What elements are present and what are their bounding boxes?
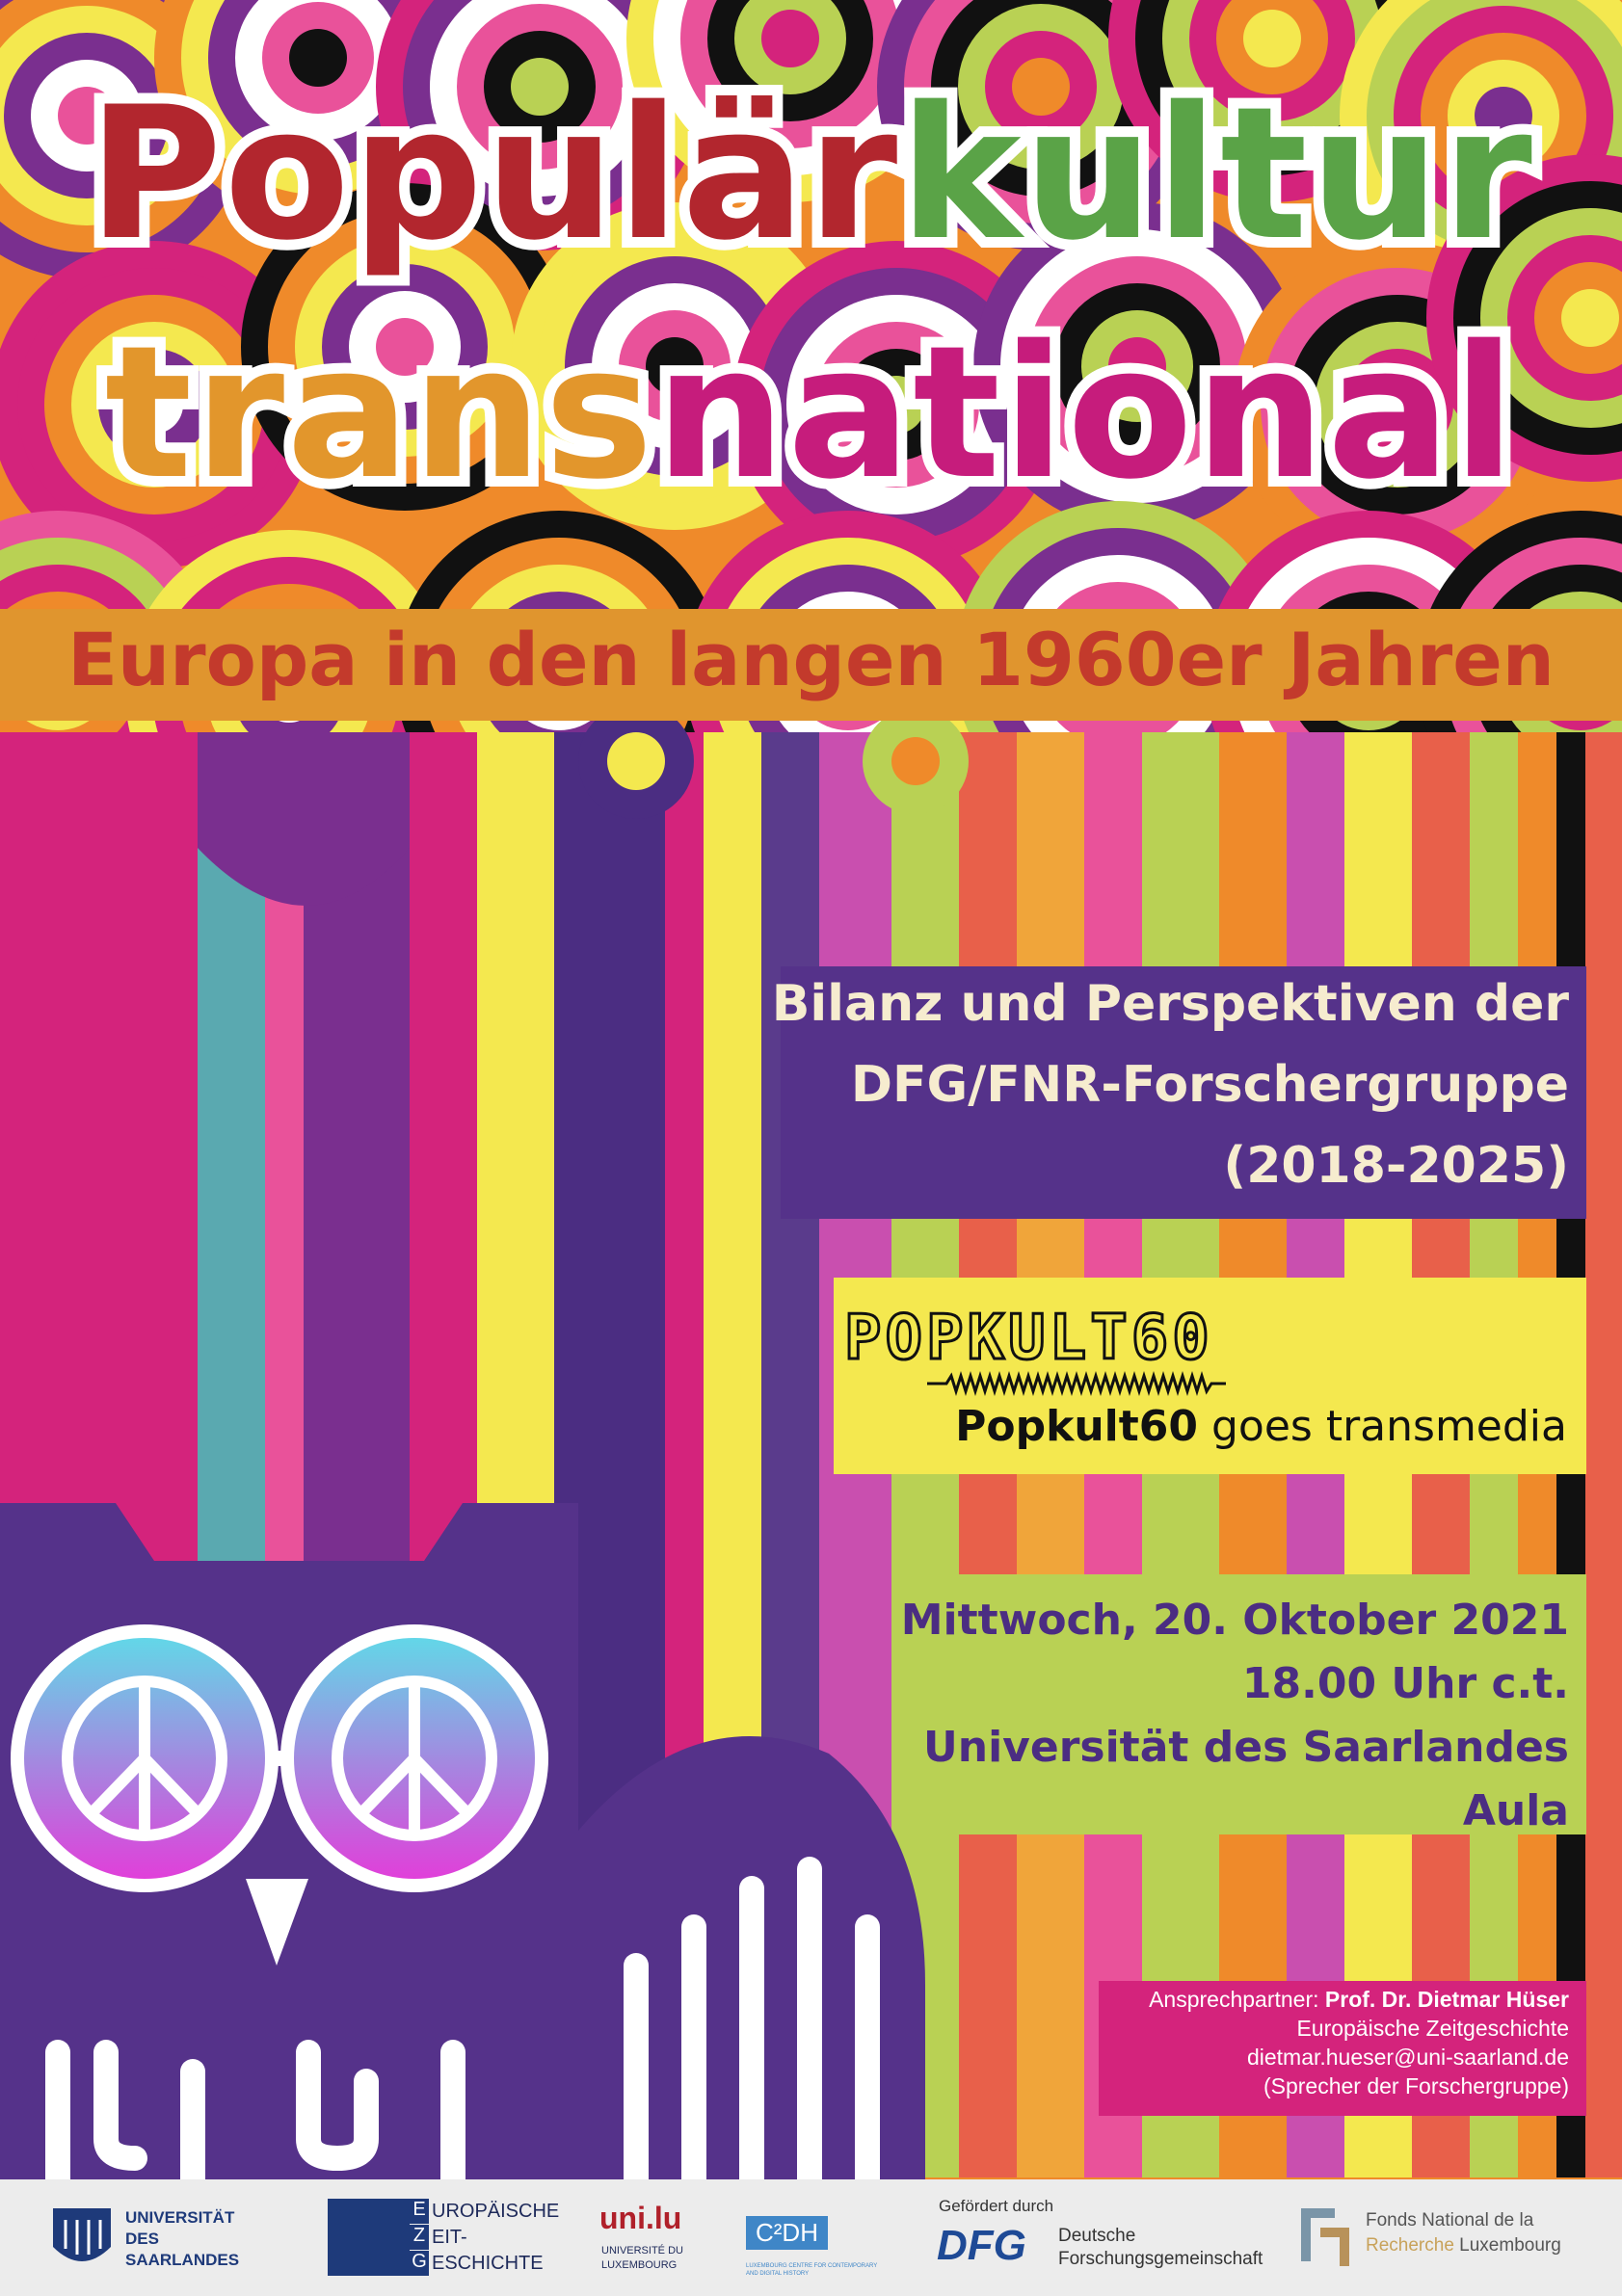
unilu-mark: uni.lu: [599, 2201, 682, 2235]
fnr-line-2: Recherche Luxembourg: [1366, 2235, 1561, 2256]
sponsor-logo-strip: UNIVERSITÄT DES SAARLANDES E Z G UROPÄIS…: [0, 2179, 1622, 2296]
eu-stars-icon: [328, 2199, 410, 2276]
uds-line-1: UNIVERSITÄT: [125, 2208, 235, 2227]
fnr-luxembourg: Luxembourg: [1453, 2235, 1561, 2256]
ez-line-1: UROPÄISCHE: [432, 2201, 560, 2222]
contact-person: Ansprechpartner: Prof. Dr. Dietmar Hüser: [1149, 1987, 1569, 2013]
c2dh-logo: C²DH LUXEMBOURG CENTRE FOR CONTEMPORARY …: [742, 2179, 887, 2296]
contact-department: Europäische Zeitgeschichte: [1296, 2016, 1569, 2041]
unilu-line-1: UNIVERSITÉ DU: [601, 2245, 683, 2256]
ez-logo: E Z G UROPÄISCHE EIT- ESCHICHTE: [328, 2179, 578, 2296]
fnr-bracket-icon: [1301, 2208, 1349, 2266]
event-room: Aula: [1462, 1786, 1569, 1835]
research-group-years: (2018-2025): [1223, 1137, 1569, 1195]
popkult-tagline-rest: goes transmedia: [1198, 1402, 1567, 1451]
dfg-mark: DFG: [937, 2222, 1026, 2269]
dfg-line-2: Forschungsgemeinschaft: [1058, 2249, 1263, 2269]
title-word-kultur: kultur: [889, 57, 1543, 291]
c2dh-mark: C²DH: [746, 2216, 828, 2250]
title-line-1: Populärkultur: [0, 57, 1622, 291]
subtitle: Europa in den langen 1960er Jahren: [67, 617, 1555, 702]
poster: Populärkultur transnational Europa in de…: [0, 0, 1622, 2296]
ez-line-3: ESCHICHTE: [432, 2253, 544, 2274]
popkult60-logo-text: POPKULT60: [844, 1303, 1213, 1374]
ez-initial-g: G: [410, 2251, 429, 2276]
fnr-recherche: Recherche: [1366, 2235, 1454, 2256]
ez-initial-e: E: [410, 2199, 429, 2224]
title-word-national: national: [645, 296, 1527, 530]
popkult60-logo: POPKULT60: [843, 1302, 1226, 1397]
event-time: 18.00 Uhr c.t.: [1241, 1659, 1569, 1708]
waveform-icon: [927, 1370, 1226, 1397]
decorative-ring: [1243, 10, 1301, 67]
ez-initial-z: Z: [410, 2225, 429, 2250]
research-group-line-2: DFG/FNR-Forschergruppe: [850, 1056, 1569, 1114]
contact-label: Ansprechpartner:: [1149, 1987, 1325, 2012]
contact-email: dietmar.hueser@uni-saarland.de: [1246, 2045, 1569, 2070]
unilu-line-2: LUXEMBOURG: [601, 2259, 678, 2271]
popkult-tagline-bold: Popkult60: [955, 1402, 1199, 1451]
title-line-2: transnational: [0, 296, 1622, 530]
dfg-funded-by: Gefördert durch: [939, 2197, 1054, 2215]
uds-line-2: DES: [125, 2230, 159, 2248]
popkult-tagline: Popkult60 goes transmedia: [955, 1402, 1567, 1451]
unilu-logo: uni.lu UNIVERSITÉ DU LUXEMBOURG: [599, 2179, 705, 2296]
decorative-ring: [761, 10, 819, 67]
uds-logo: UNIVERSITÄT DES SAARLANDES: [48, 2179, 299, 2296]
fnr-line-1: Fonds National de la: [1366, 2210, 1534, 2230]
contact-name: Prof. Dr. Dietmar Hüser: [1324, 1987, 1569, 2012]
contact-role: (Sprecher der Forschergruppe): [1263, 2073, 1569, 2098]
uds-line-3: SAARLANDES: [125, 2251, 240, 2269]
c2dh-caption: LUXEMBOURG CENTRE FOR CONTEMPORARY AND D…: [746, 2263, 878, 2277]
title-word-trans: trans: [94, 296, 664, 530]
dfg-logo: Gefördert durch DFG Deutsche Forschungsg…: [935, 2179, 1263, 2296]
dfg-line-1: Deutsche: [1058, 2226, 1136, 2246]
event-venue: Universität des Saarlandes: [923, 1723, 1569, 1772]
fnr-logo: Fonds National de la Recherche Luxembour…: [1296, 2179, 1576, 2296]
uds-crest-icon: [53, 2208, 111, 2261]
title-word-popular: Populär: [77, 57, 908, 291]
event-date: Mittwoch, 20. Oktober 2021: [900, 1596, 1569, 1645]
ez-line-2: EIT-: [432, 2227, 467, 2248]
research-group-line-1: Bilanz und Perspektiven der: [771, 975, 1569, 1033]
